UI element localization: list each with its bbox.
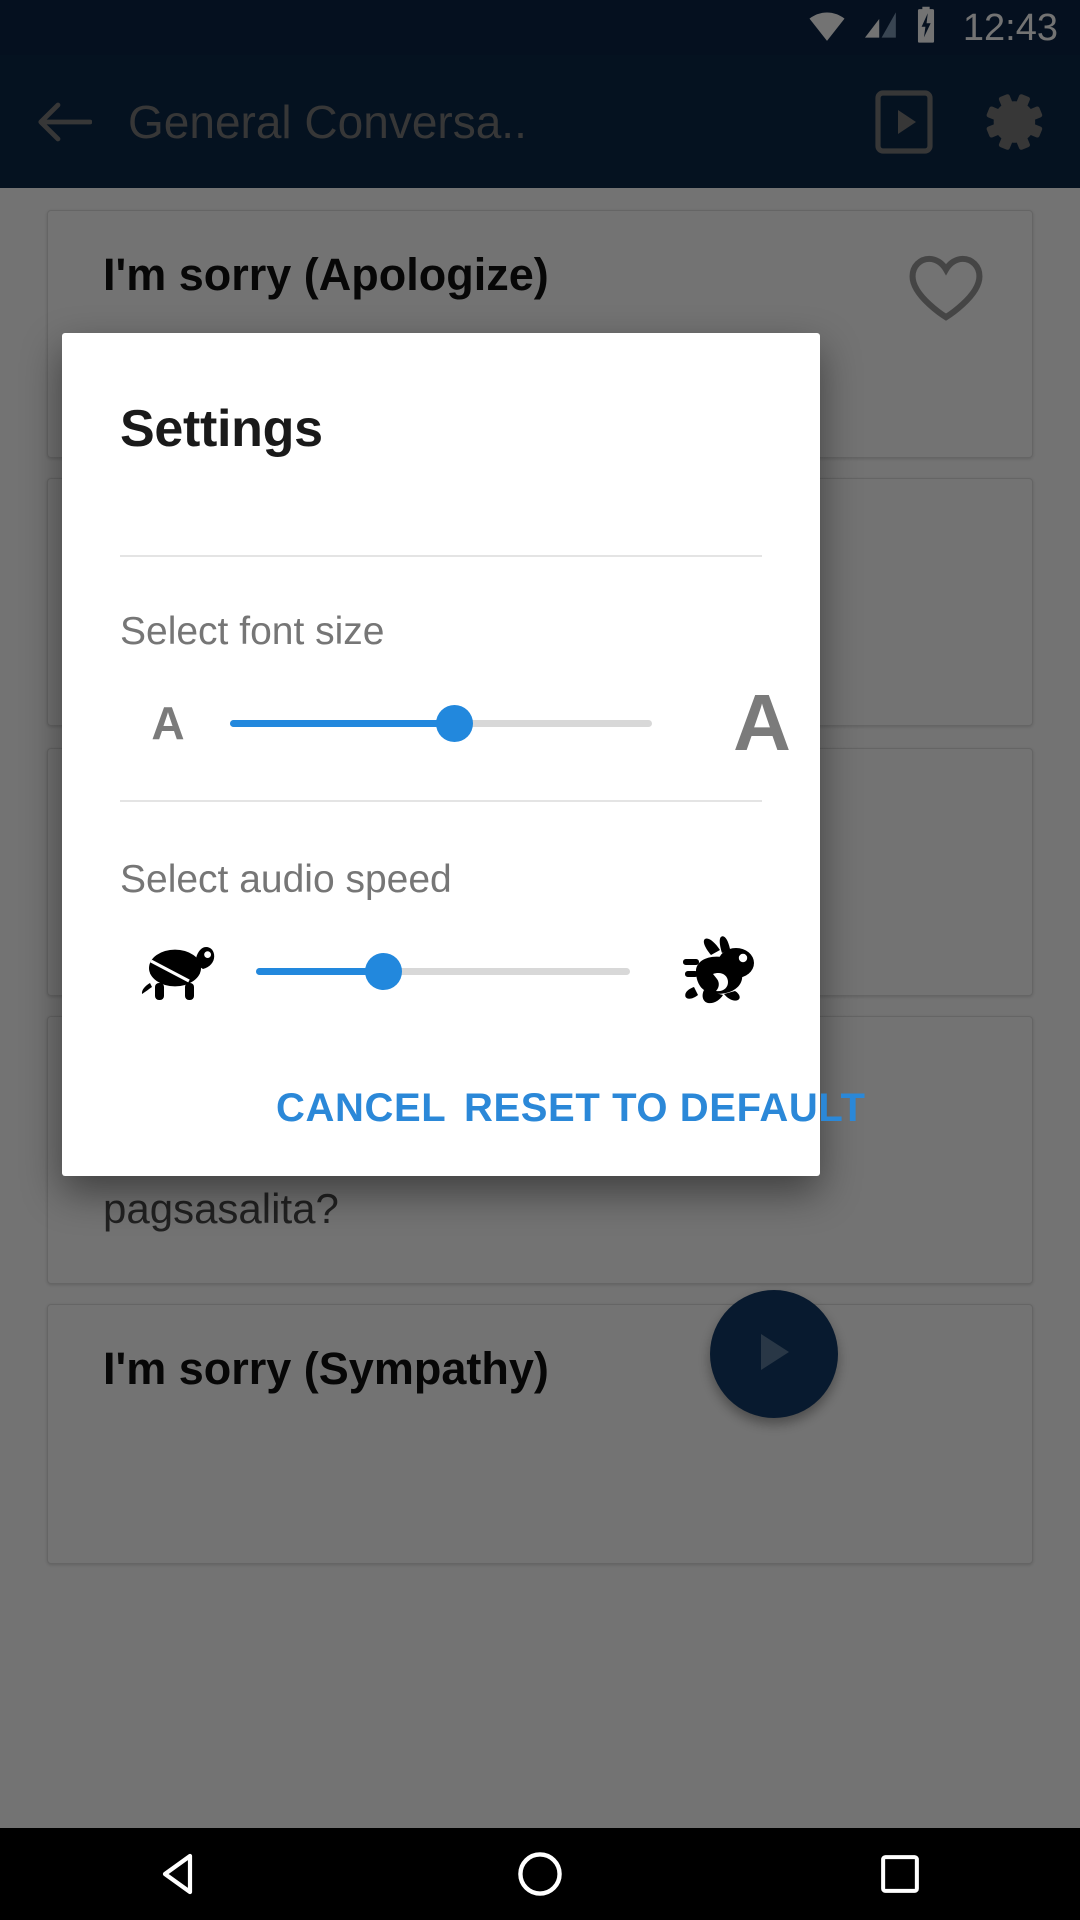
rabbit-icon [678,933,778,1009]
settings-dialog: Settings Select font size A A Select aud… [62,333,865,1176]
audio-speed-slider-row[interactable] [62,921,820,1021]
small-letter-a-icon: A [151,697,185,749]
dialog-title: Settings [120,400,323,458]
audio-speed-label: Select audio speed [120,858,452,901]
dialog-action-bar: CANCEL RESET TO DEFAULT [62,1068,865,1160]
home-circle-icon[interactable] [460,1828,620,1920]
font-size-slider-row[interactable]: A A [62,673,820,773]
divider [120,555,762,557]
navigation-bar [0,1828,1080,1920]
slider-thumb[interactable] [365,953,403,990]
phone-screen: 12:43 General Conversa.. I'm sorry (A [0,0,1080,1920]
audio-speed-slider[interactable] [256,921,630,1021]
reset-to-default-button[interactable]: RESET TO DEFAULT [450,1068,879,1148]
divider [120,800,762,802]
slider-thumb[interactable] [435,705,473,742]
back-triangle-icon[interactable] [100,1828,260,1920]
slider-fill [256,968,384,975]
font-size-slider[interactable] [230,673,652,773]
recents-square-icon[interactable] [820,1828,980,1920]
slider-fill [230,720,454,727]
turtle-icon [134,933,224,1009]
large-letter-a-icon: A [733,678,791,767]
font-size-label: Select font size [120,610,385,653]
cancel-button[interactable]: CANCEL [262,1068,460,1148]
